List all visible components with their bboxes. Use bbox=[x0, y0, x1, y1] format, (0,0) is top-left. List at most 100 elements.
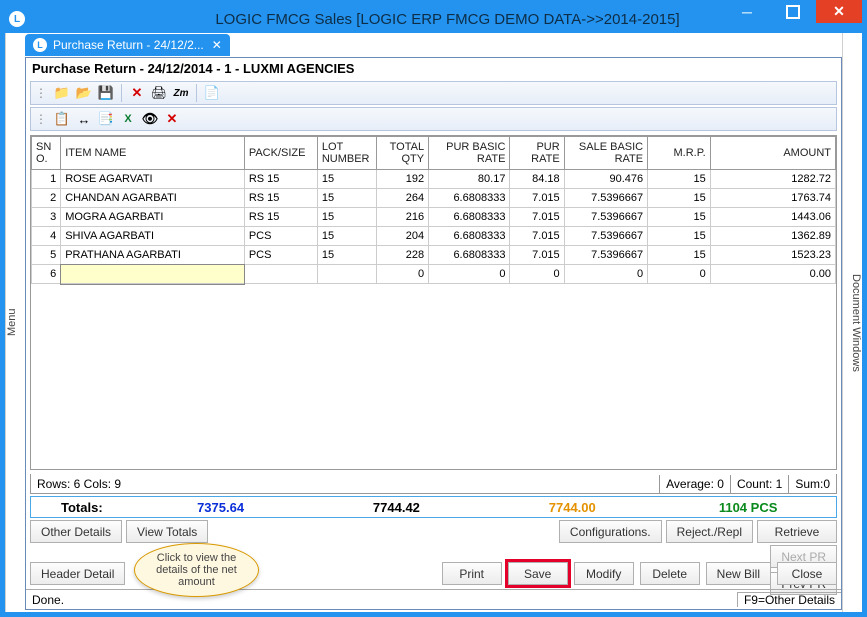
configurations-button[interactable]: Configurations. bbox=[559, 520, 662, 543]
toolbar-grip-icon[interactable]: ⋮ bbox=[35, 86, 47, 100]
cell-pack[interactable]: RS 15 bbox=[244, 208, 317, 227]
retrieve-button[interactable]: Retrieve bbox=[757, 520, 837, 543]
col-sbr[interactable]: SALE BASIC RATE bbox=[564, 137, 647, 170]
maximize-button[interactable] bbox=[770, 0, 816, 23]
cell-amt[interactable]: 1282.72 bbox=[710, 170, 835, 189]
cell-sno[interactable]: 3 bbox=[32, 208, 61, 227]
cell-qty[interactable]: 228 bbox=[376, 246, 428, 265]
cell-item[interactable]: PRATHANA AGARBATI bbox=[61, 246, 245, 265]
cell-sbr[interactable]: 7.5396667 bbox=[564, 227, 647, 246]
print-icon[interactable]: 🖨 bbox=[150, 84, 168, 102]
cell-lot[interactable] bbox=[317, 265, 376, 284]
window-close-button[interactable] bbox=[816, 0, 862, 23]
cell-qty[interactable]: 0 bbox=[376, 265, 428, 284]
cell-item[interactable]: ROSE AGARVATI bbox=[61, 170, 245, 189]
cell-item[interactable] bbox=[61, 265, 245, 284]
cell-pr[interactable]: 0 bbox=[510, 265, 564, 284]
cell-pbr[interactable]: 6.6808333 bbox=[429, 227, 510, 246]
tab-close-icon[interactable]: ✕ bbox=[212, 38, 222, 52]
cell-pbr[interactable]: 6.6808333 bbox=[429, 208, 510, 227]
col-qty[interactable]: TOTAL QTY bbox=[376, 137, 428, 170]
cell-lot[interactable]: 15 bbox=[317, 170, 376, 189]
delete-icon[interactable]: ✕ bbox=[128, 84, 146, 102]
grid[interactable]: SN O. ITEM NAME PACK/SIZE LOT NUMBER TOT… bbox=[30, 135, 837, 470]
delete-button[interactable]: Delete bbox=[640, 562, 700, 585]
table-row[interactable]: 5PRATHANA AGARBATIPCS152286.68083337.015… bbox=[32, 246, 836, 265]
cell-pbr[interactable]: 0 bbox=[429, 265, 510, 284]
table-row[interactable]: 1ROSE AGARVATIRS 151519280.1784.1890.476… bbox=[32, 170, 836, 189]
data-table[interactable]: SN O. ITEM NAME PACK/SIZE LOT NUMBER TOT… bbox=[31, 136, 836, 284]
cell-pbr[interactable]: 6.6808333 bbox=[429, 189, 510, 208]
cell-mrp[interactable]: 15 bbox=[648, 170, 711, 189]
cell-pack[interactable]: RS 15 bbox=[244, 189, 317, 208]
col-sno[interactable]: SN O. bbox=[32, 137, 61, 170]
cell-amt[interactable]: 1763.74 bbox=[710, 189, 835, 208]
tab-purchase-return[interactable]: L Purchase Return - 24/12/2... ✕ bbox=[25, 34, 230, 56]
cell-pr[interactable]: 7.015 bbox=[510, 189, 564, 208]
cell-item[interactable]: CHANDAN AGARBATI bbox=[61, 189, 245, 208]
excel-icon[interactable]: X bbox=[119, 110, 137, 128]
table-row[interactable]: 4SHIVA AGARBATIPCS152046.68083337.0157.5… bbox=[32, 227, 836, 246]
table-row[interactable]: 2CHANDAN AGARBATIRS 15 15 2646.68083337.01… bbox=[32, 189, 836, 208]
cell-pack[interactable]: PCS bbox=[244, 246, 317, 265]
cell-qty[interactable]: 216 bbox=[376, 208, 428, 227]
open-icon[interactable]: 📂 bbox=[75, 84, 93, 102]
delete-row-icon[interactable]: ✕ bbox=[163, 110, 181, 128]
cell-amt[interactable]: 0.00 bbox=[710, 265, 835, 284]
cell-mrp[interactable]: 15 bbox=[648, 246, 711, 265]
cell-item[interactable]: SHIVA AGARBATI bbox=[61, 227, 245, 246]
view-totals-button[interactable]: View Totals bbox=[126, 520, 208, 543]
cell-mrp[interactable]: 15 bbox=[648, 189, 711, 208]
cell-sbr[interactable]: 90.476 bbox=[564, 170, 647, 189]
col-pr[interactable]: PUR RATE bbox=[510, 137, 564, 170]
cell-mrp[interactable]: 15 bbox=[648, 227, 711, 246]
cell-sno[interactable]: 2 bbox=[32, 189, 61, 208]
cell-sbr[interactable]: 7.5396667 bbox=[564, 246, 647, 265]
cell-pack[interactable] bbox=[244, 265, 317, 284]
cell-sno[interactable]: 6 bbox=[32, 265, 61, 284]
col-pack[interactable]: PACK/SIZE bbox=[244, 137, 317, 170]
table-row[interactable]: 3MOGRA AGARBATIRS 15152166.68083337.0157… bbox=[32, 208, 836, 227]
table-row[interactable]: 6000000.00 bbox=[32, 265, 836, 284]
col-lot[interactable]: LOT NUMBER bbox=[317, 137, 376, 170]
cell-amt[interactable]: 1362.89 bbox=[710, 227, 835, 246]
cell-sno[interactable]: 5 bbox=[32, 246, 61, 265]
cell-pr[interactable]: 7.015 bbox=[510, 227, 564, 246]
col-pbr[interactable]: PUR BASIC RATE bbox=[429, 137, 510, 170]
cell-lot[interactable]: 15 bbox=[317, 246, 376, 265]
cell-pr[interactable]: 84.18 bbox=[510, 170, 564, 189]
cell-sno[interactable]: 4 bbox=[32, 227, 61, 246]
save-button[interactable]: Save bbox=[508, 562, 568, 585]
cell-qty[interactable]: 204 bbox=[376, 227, 428, 246]
modify-button[interactable]: Modify bbox=[574, 562, 634, 585]
cell-sbr[interactable]: 0 bbox=[564, 265, 647, 284]
cell-lot[interactable]: 15 bbox=[317, 227, 376, 246]
zoom-icon[interactable]: Zm bbox=[172, 84, 190, 102]
toolbar-grip-icon[interactable]: ⋮ bbox=[35, 112, 47, 126]
cell-qty[interactable]: 264 bbox=[376, 189, 428, 208]
col-mrp[interactable]: M.R.P. bbox=[648, 137, 711, 170]
col-item[interactable]: ITEM NAME bbox=[61, 137, 245, 170]
cell-pack[interactable]: PCS bbox=[244, 227, 317, 246]
cell-amt[interactable]: 1523.23 bbox=[710, 246, 835, 265]
col-amt[interactable]: AMOUNT bbox=[710, 137, 835, 170]
cell-lot[interactable]: 15 bbox=[317, 208, 376, 227]
document-icon[interactable]: 📄 bbox=[203, 84, 221, 102]
menu-rail[interactable]: Menu bbox=[5, 33, 25, 612]
cell-pr[interactable]: 7.015 bbox=[510, 208, 564, 227]
save-icon[interactable]: 💾 bbox=[97, 84, 115, 102]
cell-sbr[interactable]: 7.5396667 bbox=[564, 208, 647, 227]
cell-item[interactable]: MOGRA AGARBATI bbox=[61, 208, 245, 227]
minimize-button[interactable] bbox=[724, 0, 770, 23]
doc-windows-rail[interactable]: Document Windows bbox=[842, 33, 862, 612]
other-details-button[interactable]: Other Details bbox=[30, 520, 122, 543]
cell-sno[interactable]: 1 bbox=[32, 170, 61, 189]
new-folder-icon[interactable]: 📁 bbox=[53, 84, 71, 102]
find-icon[interactable]: 👁 bbox=[141, 110, 159, 128]
cell-mrp[interactable]: 0 bbox=[648, 265, 711, 284]
cell-sbr[interactable]: 7.5396667 bbox=[564, 189, 647, 208]
copy-icon[interactable]: 📑 bbox=[97, 110, 115, 128]
cell-pr[interactable]: 7.015 bbox=[510, 246, 564, 265]
autofit-icon[interactable]: ↔ bbox=[75, 110, 93, 128]
sheet-icon[interactable]: 📋 bbox=[53, 110, 71, 128]
